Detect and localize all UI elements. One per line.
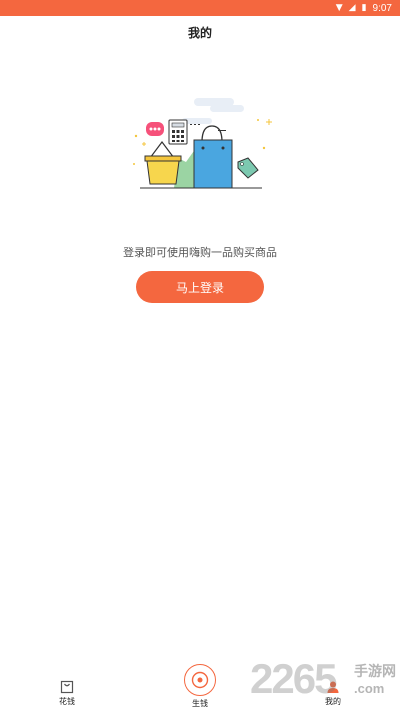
tab-label: 花钱 — [59, 697, 75, 706]
target-icon — [191, 671, 209, 689]
shopping-illustration-icon — [133, 98, 272, 189]
battery-icon: ▮ — [361, 3, 367, 13]
page-title: 我的 — [187, 26, 212, 40]
login-hint: 登录即可使用嗨购一品购买商品 — [123, 246, 277, 259]
tab-earn[interactable]: 生钱 — [180, 664, 220, 709]
status-time: 9:07 — [372, 2, 392, 14]
status-bar: ▼ ◢ ▮ 9:07 — [0, 0, 400, 16]
login-button[interactable]: 马上登录 — [136, 271, 264, 303]
tab-label: 我的 — [325, 697, 341, 706]
signal-icon: ◢ — [348, 3, 356, 13]
wifi-icon: ▼ — [335, 3, 343, 13]
bag-icon — [60, 680, 74, 694]
tab-label: 生钱 — [192, 699, 208, 708]
tab-mine[interactable]: 我的 — [318, 680, 348, 707]
earn-circle — [184, 664, 216, 696]
tab-spend[interactable]: 花钱 — [52, 680, 82, 707]
person-icon — [327, 681, 339, 693]
bottom-tab-bar: 花钱 生钱 我的 — [0, 664, 400, 710]
